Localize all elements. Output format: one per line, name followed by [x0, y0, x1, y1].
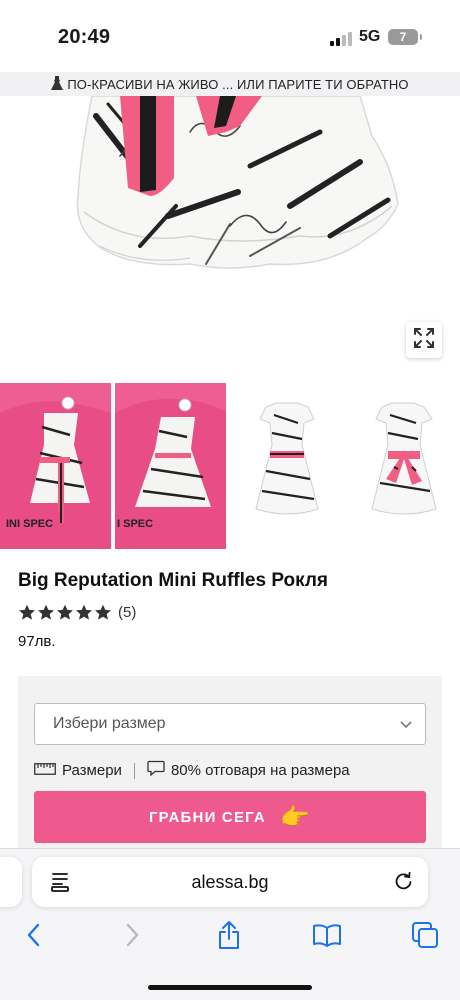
bookmarks-icon[interactable]	[312, 919, 342, 951]
thumbnail-1[interactable]: INI SPEC	[0, 383, 111, 549]
network-type: 5G	[359, 28, 381, 45]
home-indicator	[148, 985, 312, 990]
star-icon	[38, 604, 54, 620]
star-icon	[19, 604, 35, 620]
previous-tab-edge[interactable]	[0, 857, 22, 907]
purchase-panel: Избери размер Размери 80% отговаря на ра…	[18, 676, 442, 866]
size-chart-label: Размери	[62, 762, 122, 779]
size-select[interactable]: Избери размер	[34, 703, 426, 745]
thumbnail-4[interactable]	[346, 383, 460, 549]
star-icon	[95, 604, 111, 620]
reload-icon[interactable]	[392, 870, 414, 897]
helpers-divider	[133, 762, 135, 779]
review-count: (5)	[118, 604, 137, 621]
pointing-hand-icon: 👉	[279, 803, 312, 831]
size-select-placeholder: Избери размер	[53, 715, 166, 732]
tabs-icon[interactable]	[410, 919, 440, 951]
promo-text: ПО-КРАСИВИ НА ЖИВО ... ИЛИ ПАРИТЕ ТИ ОБР…	[67, 76, 409, 92]
thumbnail-2[interactable]: I SPEC	[115, 383, 226, 549]
browser-chrome: alessa.bg	[0, 848, 460, 1000]
status-time: 20:49	[58, 26, 111, 48]
rating-stars	[18, 604, 112, 621]
svg-text:INI SPEC: INI SPEC	[6, 518, 53, 530]
browser-toolbar	[0, 919, 460, 959]
fit-label: 80% отговаря на размера	[170, 762, 350, 779]
battery-level: 7	[399, 30, 407, 44]
battery-icon: 7	[388, 29, 422, 45]
signal-icon	[330, 32, 352, 46]
thumbnail-strip: INI SPEC I SPEC	[0, 383, 460, 549]
thumbnail-3[interactable]	[232, 383, 342, 549]
buy-now-button[interactable]: ГРАБНИ СЕГА 👉	[34, 791, 426, 843]
promo-banner: ПО-КРАСИВИ НА ЖИВО ... ИЛИ ПАРИТЕ ТИ ОБР…	[0, 72, 460, 96]
buy-now-label: ГРАБНИ СЕГА	[148, 808, 266, 826]
product-title: Big Reputation Mini Ruffles Рокля	[18, 570, 329, 591]
product-price: 97лв.	[18, 633, 56, 650]
forward-icon[interactable]	[118, 919, 148, 951]
ruler-icon	[34, 762, 56, 779]
url-text: alessa.bg	[191, 872, 269, 892]
main-product-image[interactable]	[0, 96, 460, 378]
chat-bubble-icon	[147, 760, 165, 781]
status-bar: 20:49 5G 7	[0, 0, 460, 72]
product-rating[interactable]: (5)	[18, 604, 136, 621]
share-icon[interactable]	[214, 919, 244, 951]
star-icon	[76, 604, 92, 620]
expand-button[interactable]	[406, 322, 442, 358]
fit-info[interactable]: 80% отговаря на размера	[147, 760, 350, 781]
chevron-down-icon	[399, 717, 413, 736]
back-icon[interactable]	[18, 919, 48, 951]
size-helpers: Размери 80% отговаря на размера	[34, 760, 350, 781]
address-bar[interactable]: alessa.bg	[32, 857, 428, 907]
star-icon	[57, 604, 73, 620]
expand-icon	[413, 327, 435, 354]
dress-icon	[51, 75, 64, 93]
size-chart-link[interactable]: Размери	[34, 762, 122, 779]
svg-text:I SPEC: I SPEC	[117, 518, 153, 530]
